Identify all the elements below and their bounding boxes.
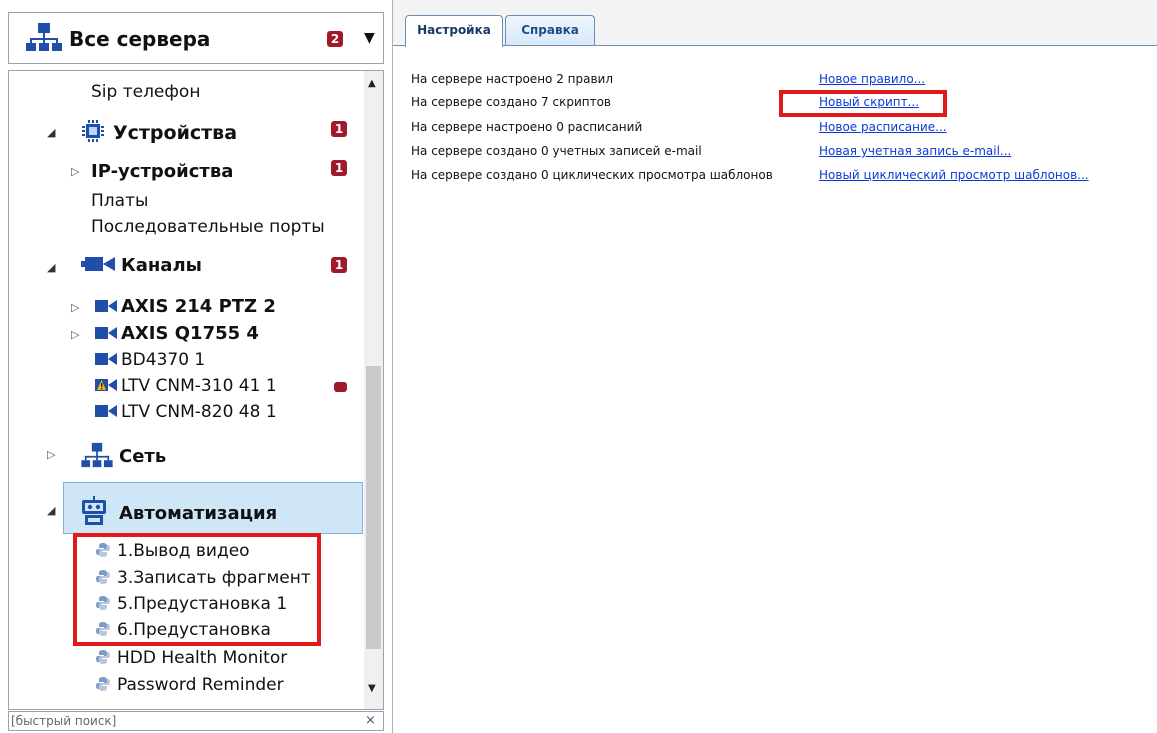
- tree-item-camera[interactable]: LTV CNM-310 41 1: [95, 375, 277, 397]
- quick-search: ×: [8, 711, 384, 731]
- tree-item-ip-devices[interactable]: IP-устройства: [91, 161, 233, 183]
- tree-item-network[interactable]: Сеть: [81, 442, 166, 468]
- camera-label: AXIS 214 PTZ 2: [121, 296, 276, 317]
- tree-item-boards[interactable]: Платы: [91, 190, 148, 212]
- server-alert-badge: 2: [327, 31, 343, 47]
- chip-icon: [82, 120, 104, 142]
- alert-indicator: [334, 382, 347, 392]
- camera-label: BD4370 1: [121, 350, 206, 370]
- tree-item-devices[interactable]: Устройства: [81, 119, 237, 144]
- collapse-arrow-icon[interactable]: ◢: [47, 126, 55, 139]
- scroll-thumb[interactable]: [366, 366, 381, 649]
- camera-label: AXIS Q1755 4: [121, 323, 259, 344]
- camera-icon: [95, 327, 117, 339]
- right-panel: Настройка Справка На сервере настроено 2…: [392, 0, 1157, 733]
- expand-arrow-icon[interactable]: ▷: [71, 165, 79, 178]
- highlight-box: [779, 90, 947, 117]
- new-template-tour-link[interactable]: Новый циклический просмотр шаблонов...: [819, 168, 1089, 182]
- tab-settings[interactable]: Настройка: [405, 15, 503, 47]
- tree-item-channels[interactable]: Каналы: [81, 255, 202, 277]
- new-schedule-link[interactable]: Новое расписание...: [819, 120, 947, 134]
- clear-icon[interactable]: ×: [365, 713, 376, 728]
- rules-count-text: На сервере настроено 2 правил: [411, 72, 613, 86]
- tree-item-camera[interactable]: AXIS Q1755 4: [95, 323, 259, 345]
- script-label: HDD Health Monitor: [117, 648, 288, 668]
- new-rule-link[interactable]: Новое правило...: [819, 72, 925, 86]
- camera-icon: [95, 300, 117, 312]
- scroll-up-icon[interactable]: ▲: [368, 78, 376, 89]
- tree-item-automation-label: Автоматизация: [119, 503, 278, 524]
- tree-item-sip-phone[interactable]: Sip телефон: [91, 81, 200, 103]
- tree-item-camera[interactable]: AXIS 214 PTZ 2: [95, 296, 276, 318]
- camera-icon: [95, 405, 117, 417]
- camera-warning-icon: [95, 379, 117, 391]
- template-tours-count-text: На сервере создано 0 циклических просмот…: [411, 168, 773, 182]
- channels-badge: 1: [331, 257, 347, 273]
- python-script-icon: [96, 650, 110, 664]
- script-label: Password Reminder: [117, 675, 284, 695]
- python-script-icon: [96, 677, 110, 691]
- camera-label: LTV CNM-310 41 1: [121, 376, 277, 396]
- settings-content: На сервере настроено 2 правил Новое прав…: [393, 46, 1157, 733]
- scroll-down-icon[interactable]: ▼: [368, 683, 376, 694]
- tab-bar: Настройка Справка: [393, 0, 1157, 47]
- new-email-account-link[interactable]: Новая учетная запись e-mail...: [819, 144, 1011, 158]
- collapse-arrow-icon[interactable]: ◢: [47, 261, 55, 274]
- expand-arrow-icon[interactable]: ▷: [47, 448, 55, 461]
- tree-scrollbar[interactable]: ▲ ▼: [364, 71, 383, 709]
- network-icon: [81, 442, 113, 468]
- left-panel: Все сервера 2 ▼ Sip телефон ◢ Устройства…: [0, 0, 386, 733]
- tree-item-camera[interactable]: LTV CNM-820 48 1: [95, 401, 277, 423]
- robot-icon: [82, 496, 106, 525]
- collapse-arrow-icon[interactable]: ◢: [47, 504, 55, 517]
- expand-arrow-icon[interactable]: ▷: [71, 301, 79, 314]
- server-selector[interactable]: Все сервера 2 ▼: [8, 12, 384, 64]
- email-accounts-count-text: На сервере создано 0 учетных записей e-m…: [411, 144, 702, 158]
- quick-search-input[interactable]: [11, 713, 351, 729]
- expand-arrow-icon[interactable]: ▷: [71, 328, 79, 341]
- tab-help[interactable]: Справка: [505, 15, 595, 46]
- tree-item-camera[interactable]: BD4370 1: [95, 349, 205, 371]
- camera-icon: [81, 257, 115, 271]
- server-selector-title: Все сервера: [69, 27, 211, 51]
- tree-item-channels-label: Каналы: [121, 255, 202, 276]
- tree-item-script[interactable]: HDD Health Monitor: [95, 647, 287, 669]
- devices-badge: 1: [331, 121, 347, 137]
- triangle-down-icon[interactable]: ▼: [364, 30, 375, 46]
- object-tree[interactable]: Sip телефон ◢ Устройства 1 ▷ IP-устройст…: [8, 70, 384, 710]
- tree-item-automation[interactable]: Автоматизация: [79, 496, 277, 526]
- tree-item-serial-ports[interactable]: Последовательные порты: [91, 216, 325, 238]
- tree-item-script[interactable]: Password Reminder: [95, 674, 284, 696]
- highlight-box: [73, 533, 321, 646]
- camera-label: LTV CNM-820 48 1: [121, 402, 277, 422]
- tree-item-devices-label: Устройства: [113, 122, 238, 144]
- schedules-count-text: На сервере настроено 0 расписаний: [411, 120, 643, 134]
- ip-devices-badge: 1: [331, 160, 347, 176]
- scripts-count-text: На сервере создано 7 скриптов: [411, 95, 611, 109]
- camera-icon: [95, 353, 117, 365]
- tree-item-network-label: Сеть: [119, 446, 167, 467]
- network-icon: [26, 23, 62, 51]
